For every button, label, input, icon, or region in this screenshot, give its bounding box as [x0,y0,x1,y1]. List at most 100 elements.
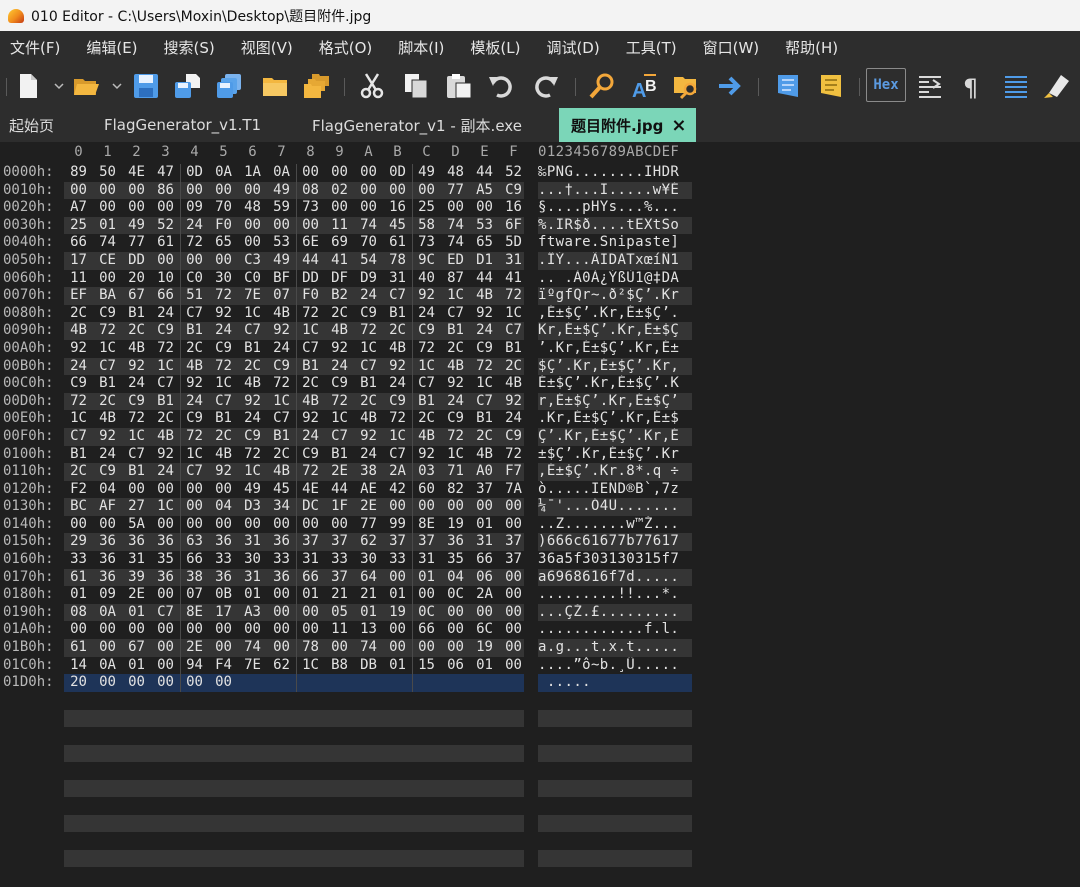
hex-byte[interactable]: 00 [180,252,209,270]
hex-byte[interactable]: 01 [383,657,412,675]
hex-byte[interactable]: C9 [151,322,180,340]
hex-byte[interactable]: 36 [441,533,470,551]
hex-byte[interactable]: 61 [151,234,180,252]
hex-byte[interactable]: C7 [441,305,470,323]
hex-byte[interactable]: 04 [209,498,238,516]
hex-byte[interactable]: 37 [412,533,441,551]
hex-byte[interactable]: F4 [209,657,238,675]
hex-byte[interactable]: 10 [151,270,180,288]
hex-byte[interactable]: 36 [93,569,122,587]
hex-byte[interactable]: 47 [151,164,180,182]
hex-byte[interactable]: C9 [354,305,383,323]
hex-byte[interactable]: 2C [383,322,412,340]
hex-byte[interactable]: 1C [180,446,209,464]
hex-byte[interactable]: C7 [383,446,412,464]
hex-byte[interactable]: 2C [93,393,122,411]
hex-byte[interactable]: 00 [122,674,151,692]
hex-byte[interactable]: F7 [499,463,528,481]
hex-byte[interactable]: C9 [499,428,528,446]
hex-byte[interactable]: 24 [441,393,470,411]
hex-byte[interactable]: 36 [122,533,151,551]
new-file-icon[interactable] [12,70,44,102]
hex-byte[interactable]: 72 [296,305,325,323]
hex-byte[interactable]: 4B [499,375,528,393]
hex-byte[interactable]: 00 [64,516,93,534]
hex-byte[interactable]: 00 [93,639,122,657]
ascii-row[interactable]: )666c61677b77617 [538,533,692,552]
hex-byte[interactable]: 61 [64,569,93,587]
hex-byte[interactable]: 00 [412,182,441,200]
hex-byte[interactable]: 99 [383,516,412,534]
hex-row[interactable]: A7 00 00 00 09 70 48 59 73 00 00 16 25 00 00 16 [64,199,524,217]
hex-byte[interactable]: 07 [180,586,209,604]
hex-byte[interactable]: 06 [441,657,470,675]
hex-byte[interactable]: C9 [470,340,499,358]
hex-byte[interactable]: 4B [209,446,238,464]
hex-byte[interactable]: 1A [238,164,267,182]
hex-byte[interactable]: 4B [470,287,499,305]
hex-byte[interactable]: 38 [180,569,209,587]
hex-byte[interactable]: 24 [354,446,383,464]
hex-byte[interactable]: DC [296,498,325,516]
hex-byte[interactable]: 37 [383,533,412,551]
hex-byte[interactable]: 00 [499,516,528,534]
hex-byte[interactable]: 49 [122,217,151,235]
hex-byte[interactable]: 24 [499,410,528,428]
hex-byte[interactable]: 2A [470,586,499,604]
hex-byte[interactable]: B1 [122,305,151,323]
hex-byte[interactable]: 2E [325,463,354,481]
hex-byte[interactable]: 00 [93,621,122,639]
hex-byte[interactable]: 72 [64,393,93,411]
highlight-marker-icon[interactable] [1040,70,1072,102]
hex-row[interactable]: EF BA 67 66 51 72 7E 07 F0 B2 24 C7 92 1C 4B 72 [64,287,524,305]
hex-byte[interactable]: D9 [354,270,383,288]
hex-byte[interactable]: C7 [209,393,238,411]
hex-byte[interactable]: 00 [180,516,209,534]
hex-byte[interactable]: 66 [412,621,441,639]
hex-byte[interactable]: 8E [180,604,209,622]
hex-byte[interactable]: 0C [441,586,470,604]
hex-byte[interactable]: 00 [238,621,267,639]
hex-byte[interactable]: 87 [441,270,470,288]
hex-byte[interactable]: 01 [470,516,499,534]
hex-byte[interactable]: 20 [64,674,93,692]
hex-byte[interactable]: 78 [296,639,325,657]
hex-byte[interactable]: 74 [354,217,383,235]
hex-row[interactable]: 89 50 4E 47 0D 0A 1A 0A 00 00 00 0D 49 48 44 52 [64,164,524,182]
hex-byte[interactable]: 2C [180,340,209,358]
hex-byte[interactable]: C7 [64,428,93,446]
hex-byte[interactable]: C0 [180,270,209,288]
hex-byte[interactable]: B1 [267,428,296,446]
hex-byte[interactable]: 16 [383,199,412,217]
hex-byte[interactable]: 4B [238,375,267,393]
hex-byte[interactable]: 24 [412,305,441,323]
hex-byte[interactable]: 66 [64,234,93,252]
save-all-icon[interactable] [213,70,245,102]
hex-row[interactable]: 1C 4B 72 2C C9 B1 24 C7 92 1C 4B 72 2C C9 B1 24 [64,410,524,428]
hex-byte[interactable]: 30 [354,551,383,569]
hex-byte[interactable]: 7E [238,287,267,305]
menu-format[interactable]: 格式(O) [319,37,373,58]
hex-byte[interactable]: 1C [151,358,180,376]
hex-byte[interactable]: 4B [180,358,209,376]
hex-byte[interactable]: 00 [209,639,238,657]
hex-byte[interactable]: 00 [93,199,122,217]
hex-byte[interactable]: 31 [383,270,412,288]
hex-byte[interactable]: 29 [64,533,93,551]
hex-byte[interactable]: 61 [64,639,93,657]
hex-byte[interactable]: 00 [122,199,151,217]
hex-byte[interactable]: C9 [499,182,528,200]
hex-byte[interactable]: 00 [325,639,354,657]
hex-byte[interactable]: C7 [151,375,180,393]
hex-byte[interactable]: 74 [354,639,383,657]
hex-byte[interactable]: 4B [64,322,93,340]
hex-byte[interactable]: 00 [151,639,180,657]
hex-byte[interactable]: 00 [64,182,93,200]
hex-byte[interactable]: 4B [325,322,354,340]
hex-byte[interactable]: 00 [296,164,325,182]
hex-byte[interactable]: 0B [209,586,238,604]
hex-row[interactable]: B1 24 C7 92 1C 4B 72 2C C9 B1 24 C7 92 1C 4B 72 [64,446,524,464]
hex-byte[interactable]: 38 [354,463,383,481]
hex-byte[interactable]: 4E [296,481,325,499]
hex-byte[interactable]: 1C [470,375,499,393]
